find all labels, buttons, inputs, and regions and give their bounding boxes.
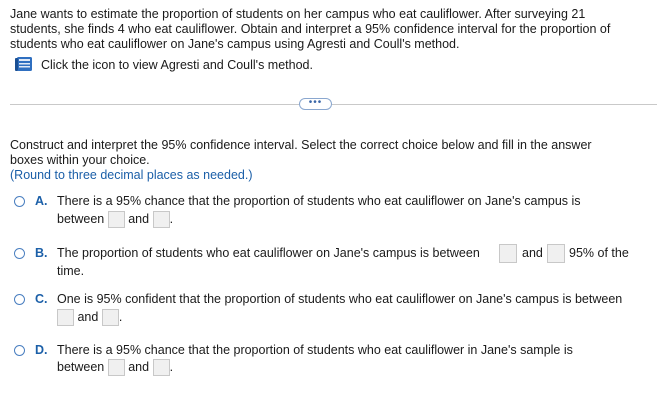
choice-a-letter: A. (35, 194, 48, 208)
expand-divider-button[interactable]: ••• (299, 98, 332, 110)
choice-c-letter: C. (35, 292, 48, 306)
choice-a-between: between (57, 212, 105, 226)
choice-b-text: The proportion of students who eat cauli… (57, 246, 480, 260)
question-line-3: students who eat cauliflower on Jane's c… (10, 37, 460, 51)
choice-b-after: 95% of the (569, 246, 629, 260)
choice-a-and: and (128, 212, 150, 226)
rounding-note: (Round to three decimal places as needed… (10, 168, 253, 182)
choice-b-and: and (522, 246, 543, 260)
choice-c-upper-input[interactable] (101, 309, 119, 327)
choice-c-lower-input[interactable] (57, 309, 74, 327)
instructions-line-1: Construct and interpret the 95% confiden… (10, 138, 592, 152)
choice-b-upper-input[interactable] (547, 244, 565, 263)
choice-b-lower-input[interactable] (499, 244, 517, 263)
question-line-2: students, she finds 4 who eat cauliflowe… (10, 22, 611, 36)
choice-b-line-2: time. (57, 264, 85, 278)
question-line-1: Jane wants to estimate the proportion of… (10, 7, 586, 21)
choice-d-upper-input[interactable] (152, 359, 170, 377)
choice-b-radio[interactable] (14, 248, 25, 259)
choice-c-text: One is 95% confident that the proportion… (57, 292, 623, 306)
choice-a-period: . (169, 212, 174, 226)
choice-c-radio[interactable] (14, 294, 25, 305)
choice-a-line-2: between and . (57, 210, 173, 229)
choice-d-text: There is a 95% chance that the proportio… (57, 343, 573, 357)
choice-c-period: . (118, 310, 123, 324)
choice-d-line-2: between and . (57, 358, 173, 377)
choice-d-between: between (57, 360, 105, 374)
choice-a-lower-input[interactable] (107, 211, 125, 229)
choice-b-letter: B. (35, 246, 48, 260)
choice-a-upper-input[interactable] (152, 211, 170, 229)
book-icon[interactable] (14, 56, 34, 73)
choice-d-radio[interactable] (14, 345, 25, 356)
choice-a-text: There is a 95% chance that the proportio… (57, 194, 581, 208)
choice-d-letter: D. (35, 343, 48, 357)
choice-a-radio[interactable] (14, 196, 25, 207)
section-divider (10, 104, 657, 105)
choice-d-lower-input[interactable] (107, 359, 125, 377)
choice-c-line-2: and . (57, 308, 122, 327)
choice-d-period: . (169, 360, 174, 374)
instructions-line-2: boxes within your choice. (10, 153, 150, 167)
choice-c-and: and (77, 310, 99, 324)
method-link-text: Click the icon to view Agresti and Coull… (41, 58, 313, 72)
choice-d-and: and (128, 360, 150, 374)
